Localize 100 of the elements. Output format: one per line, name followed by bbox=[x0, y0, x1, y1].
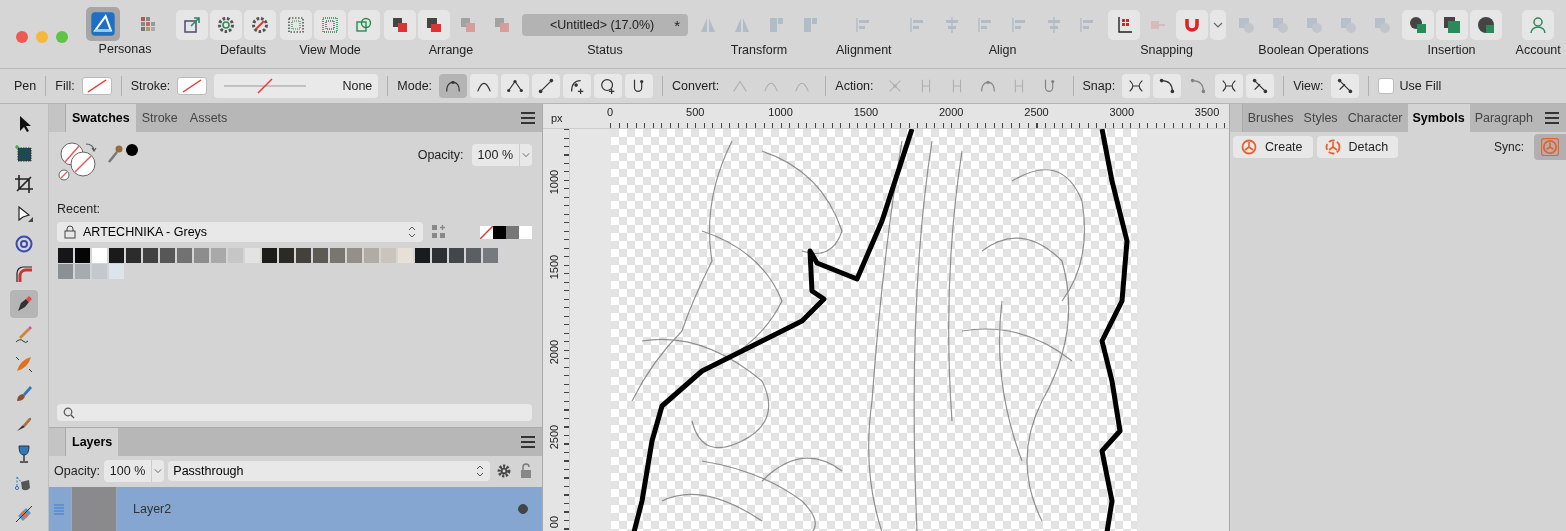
color-swatch[interactable] bbox=[466, 248, 481, 263]
blend-mode-value: Passthrough bbox=[173, 464, 244, 478]
context-button[interactable] bbox=[1153, 74, 1182, 98]
color-swatch[interactable] bbox=[381, 248, 396, 263]
toolbar-button[interactable] bbox=[418, 10, 450, 40]
toolbar-button[interactable] bbox=[86, 7, 120, 41]
modified-indicator: * bbox=[674, 16, 680, 34]
context-button[interactable] bbox=[1246, 74, 1275, 98]
context-button[interactable] bbox=[1215, 74, 1244, 98]
recent-color-swatch[interactable] bbox=[506, 225, 519, 239]
color-swatch[interactable] bbox=[296, 248, 311, 263]
symbol-button[interactable]: Create bbox=[1233, 136, 1313, 158]
fill-swatch[interactable] bbox=[81, 77, 112, 95]
color-swatch[interactable] bbox=[432, 248, 447, 263]
panel-grip[interactable] bbox=[49, 428, 66, 456]
no-color-swatch[interactable] bbox=[480, 225, 493, 239]
toolbar-button[interactable] bbox=[384, 10, 416, 40]
toolbar-button[interactable] bbox=[1107, 10, 1140, 40]
toolbar-button[interactable] bbox=[210, 10, 242, 40]
panel-tab[interactable]: Stroke bbox=[135, 104, 184, 132]
gear-icon bbox=[216, 15, 236, 35]
use-fill-checkbox[interactable] bbox=[1377, 78, 1394, 94]
snap-curve-icon bbox=[1158, 77, 1177, 95]
visibility-dot[interactable] bbox=[518, 504, 528, 514]
minimize-button[interactable] bbox=[36, 31, 48, 43]
panel-tab[interactable]: Character bbox=[1342, 104, 1408, 132]
color-swatch[interactable] bbox=[92, 264, 107, 279]
close-button[interactable] bbox=[16, 31, 28, 43]
panel-tab[interactable]: Symbols bbox=[1407, 104, 1470, 132]
sync-toggle[interactable] bbox=[1534, 134, 1566, 160]
color-swatch[interactable] bbox=[58, 264, 73, 279]
panel-grip[interactable] bbox=[1230, 104, 1243, 132]
recent-color-swatch[interactable] bbox=[519, 225, 532, 239]
layer-row[interactable]: Layer2 bbox=[49, 487, 542, 531]
ruler-label: 1000 bbox=[548, 169, 560, 195]
color-swatch[interactable] bbox=[364, 248, 379, 263]
color-swatch[interactable] bbox=[313, 248, 328, 263]
color-swatch[interactable] bbox=[449, 248, 464, 263]
lock-button[interactable] bbox=[518, 463, 534, 479]
color-swatch[interactable] bbox=[330, 248, 345, 263]
context-button[interactable] bbox=[625, 74, 654, 98]
symbol-button[interactable]: Detach bbox=[1316, 136, 1399, 158]
blend-mode-dropdown[interactable]: Passthrough bbox=[168, 461, 490, 481]
caret-icon bbox=[154, 467, 163, 475]
color-swatch[interactable] bbox=[109, 264, 124, 279]
context-button[interactable] bbox=[470, 74, 499, 98]
stroke-swatch[interactable] bbox=[177, 77, 208, 95]
context-button[interactable] bbox=[594, 74, 623, 98]
color-swatch[interactable] bbox=[109, 248, 124, 263]
toolbar-button[interactable] bbox=[1435, 10, 1468, 40]
color-swatch[interactable] bbox=[143, 248, 158, 263]
context-button[interactable] bbox=[1122, 74, 1151, 98]
context-button[interactable] bbox=[1330, 74, 1359, 98]
toolbar-button[interactable] bbox=[1469, 10, 1502, 40]
tool-button[interactable] bbox=[10, 290, 38, 318]
panel-tab[interactable]: Swatches bbox=[66, 104, 136, 132]
color-swatch[interactable] bbox=[211, 248, 226, 263]
color-swatch[interactable] bbox=[415, 248, 430, 263]
menu-icon bbox=[1544, 111, 1560, 125]
toolbar-button[interactable] bbox=[244, 10, 276, 40]
search-field[interactable] bbox=[57, 404, 532, 421]
context-button[interactable] bbox=[501, 74, 530, 98]
add-swatch-button[interactable] bbox=[431, 224, 447, 240]
panel-tab[interactable]: Layers bbox=[66, 428, 119, 456]
stacked-squares-icon bbox=[1441, 15, 1462, 35]
context-button[interactable] bbox=[439, 74, 468, 98]
color-swatch[interactable] bbox=[92, 248, 107, 263]
color-swatch[interactable] bbox=[262, 248, 277, 263]
toolbar-button[interactable] bbox=[1175, 10, 1208, 40]
color-swatch[interactable] bbox=[75, 264, 90, 279]
toolbar-button[interactable] bbox=[176, 10, 208, 40]
color-swatch[interactable] bbox=[126, 248, 141, 263]
color-swatch[interactable] bbox=[160, 248, 175, 263]
palette-dropdown[interactable]: ARTECHNIKA - Greys bbox=[57, 222, 423, 242]
recent-color-swatch[interactable] bbox=[493, 225, 506, 239]
context-button[interactable] bbox=[532, 74, 561, 98]
panel-tab[interactable]: Paragraph bbox=[1469, 104, 1538, 132]
opacity-field[interactable]: 100 % bbox=[471, 144, 532, 166]
menu-icon bbox=[520, 435, 536, 449]
panel-grip[interactable] bbox=[49, 104, 66, 132]
panel-tab[interactable]: Styles bbox=[1298, 104, 1343, 132]
gear-slash-icon bbox=[250, 15, 270, 35]
toolbar-button[interactable] bbox=[1401, 10, 1434, 40]
color-swatch[interactable] bbox=[279, 248, 294, 263]
color-swatch[interactable] bbox=[58, 248, 73, 263]
color-swatch[interactable] bbox=[75, 248, 90, 263]
color-swatch[interactable] bbox=[483, 248, 498, 263]
symbol-icon bbox=[1541, 138, 1559, 156]
stroke-width-field[interactable]: None bbox=[214, 74, 379, 98]
zoom-button[interactable] bbox=[56, 31, 68, 43]
toolbar-button[interactable] bbox=[280, 10, 312, 40]
color-swatch[interactable] bbox=[347, 248, 362, 263]
panel-tab[interactable]: Assets bbox=[183, 104, 234, 132]
ruler-label: 2500 bbox=[1024, 106, 1049, 118]
color-swatch[interactable] bbox=[177, 248, 192, 263]
color-swatch[interactable] bbox=[194, 248, 209, 263]
context-button[interactable] bbox=[563, 74, 592, 98]
panel-tab[interactable]: Brushes bbox=[1242, 104, 1299, 132]
ruler-label: 2500 bbox=[548, 424, 560, 450]
opacity-field[interactable]: 100 % bbox=[103, 460, 165, 482]
